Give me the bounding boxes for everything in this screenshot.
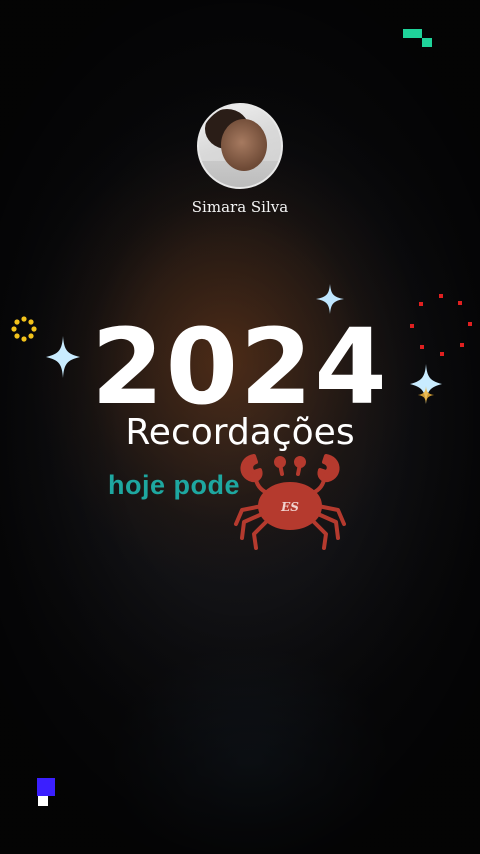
caption-text: hoje pode bbox=[108, 470, 240, 500]
memories-subtitle: Recordações bbox=[125, 412, 355, 453]
avatar-face bbox=[221, 119, 267, 171]
avatar[interactable] bbox=[197, 103, 283, 189]
year-title: 2024 bbox=[91, 306, 389, 428]
profile-name[interactable]: Simara Silva bbox=[0, 198, 480, 216]
crab-label: ES bbox=[280, 500, 299, 514]
crab-icon: ES bbox=[234, 454, 346, 550]
